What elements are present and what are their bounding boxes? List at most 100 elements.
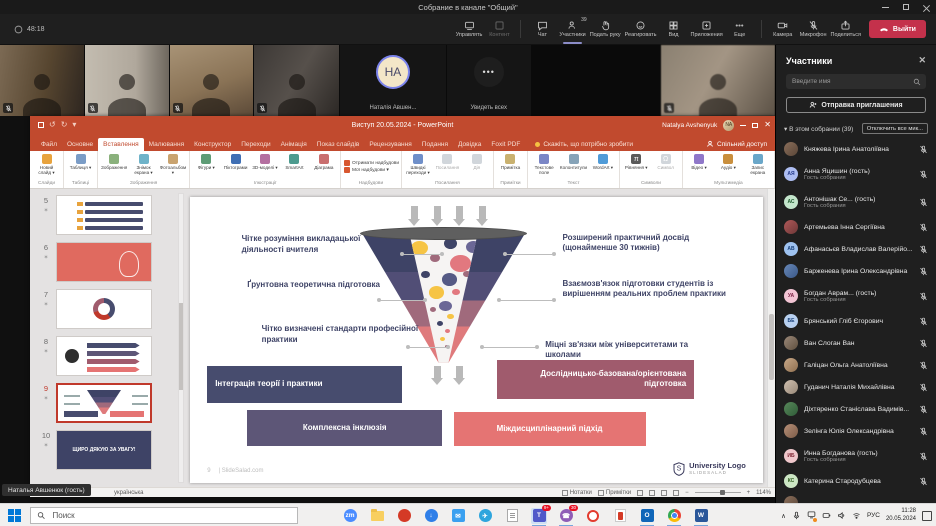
comments-toggle[interactable]: Примітки bbox=[598, 490, 631, 496]
participant-row[interactable]: Діхтяренко Станіслава Вадимів... bbox=[776, 398, 936, 420]
taskbar-app-outlook[interactable]: O bbox=[639, 508, 655, 524]
ppt-tab[interactable]: Вставлення bbox=[98, 138, 144, 151]
slide-thumbnail[interactable] bbox=[56, 383, 152, 423]
mic-muted-icon[interactable] bbox=[919, 267, 928, 276]
ribbon-item[interactable]: Відео ▾ bbox=[686, 153, 712, 180]
ribbon-item[interactable]: Дія bbox=[464, 153, 490, 180]
participant-row[interactable] bbox=[776, 492, 936, 503]
share-button[interactable]: Поделиться bbox=[829, 14, 863, 45]
participant-row[interactable]: Барженева Ірина Олександрівна bbox=[776, 260, 936, 282]
mic-muted-icon[interactable] bbox=[919, 245, 928, 254]
ppt-tab[interactable]: Конструктор bbox=[189, 138, 236, 151]
taskbar-search-input[interactable] bbox=[51, 510, 291, 521]
participant-row[interactable]: Гуданич Наталія Михайлівна bbox=[776, 376, 936, 398]
panel-close-icon[interactable]: ✕ bbox=[918, 55, 926, 66]
ribbon-item[interactable]: Знімок екрана ▾ bbox=[130, 153, 156, 180]
participant-search[interactable] bbox=[786, 74, 926, 89]
mic-muted-icon[interactable] bbox=[919, 145, 928, 154]
ribbon-item[interactable]: ΩСимвол bbox=[652, 153, 678, 180]
tell-me-box[interactable]: Скажіть, що потрібно зробити bbox=[535, 141, 633, 148]
ppt-tab[interactable]: Анімація bbox=[276, 138, 312, 151]
ribbon-item[interactable]: Мої надбудови ▾ bbox=[344, 167, 389, 173]
minimize-icon[interactable] bbox=[882, 7, 889, 8]
taskbar-search[interactable] bbox=[30, 507, 298, 524]
zoom-in-icon[interactable]: + bbox=[747, 490, 751, 496]
ribbon-item[interactable]: Текстове поле bbox=[531, 153, 557, 180]
participant-row[interactable]: АВАфанасьєв Владислав Валерійо... bbox=[776, 238, 936, 260]
participant-row[interactable]: Артемьева Інна Сергіївна bbox=[776, 216, 936, 238]
ppt-tab[interactable]: Рецензування bbox=[364, 138, 416, 151]
tray-battery-icon[interactable] bbox=[822, 511, 831, 520]
ribbon-item[interactable]: Посилання bbox=[434, 153, 460, 180]
apps-button[interactable]: Приложения bbox=[689, 14, 725, 45]
slide-canvas[interactable]: Чітке розуміння викладацької діяльності … bbox=[190, 197, 763, 483]
ribbon-item[interactable]: πРівняння ▾ bbox=[623, 153, 649, 180]
mic-muted-icon[interactable] bbox=[919, 317, 928, 326]
ppt-restore-icon[interactable] bbox=[752, 123, 758, 128]
mic-button[interactable]: Микрофон bbox=[798, 14, 829, 45]
tray-speaker-icon[interactable] bbox=[837, 511, 846, 520]
participant-row[interactable]: Княжева Ірина Анатоліївна bbox=[776, 138, 936, 160]
ppt-share-button[interactable]: Спільний доступ bbox=[706, 140, 767, 148]
ribbon-item[interactable]: Новий слайд ▾ bbox=[33, 153, 60, 180]
maximize-icon[interactable] bbox=[903, 4, 909, 10]
taskbar-app-downloads[interactable]: ↓ bbox=[423, 508, 439, 524]
zoom-level[interactable]: 114% bbox=[756, 490, 771, 496]
slide-thumbnail[interactable] bbox=[56, 289, 152, 329]
chat-button[interactable]: Чат bbox=[527, 14, 557, 45]
taskbar-app-file-explorer[interactable] bbox=[369, 508, 385, 524]
slide-thumbnail[interactable] bbox=[56, 242, 152, 282]
participant-row[interactable]: АЯАнна Яцишин (гость)Гость собрания bbox=[776, 160, 936, 188]
in-meeting-section-label[interactable]: ▾ В этом собрании (39) bbox=[784, 125, 853, 133]
ppt-tab[interactable]: Файл bbox=[36, 138, 62, 151]
normal-view-icon[interactable] bbox=[637, 490, 643, 496]
ppt-tab[interactable]: Подання bbox=[417, 138, 453, 151]
mute-all-button[interactable]: Отключить все мик... bbox=[862, 123, 928, 134]
participant-row[interactable]: КСКатерина Стародубцева bbox=[776, 470, 936, 492]
taskbar-app-word[interactable]: W bbox=[693, 508, 709, 524]
mic-muted-icon[interactable] bbox=[919, 339, 928, 348]
ppt-tab[interactable]: Foxit PDF bbox=[486, 138, 525, 151]
leave-button[interactable]: Выйти bbox=[869, 20, 926, 38]
redo-icon[interactable]: ↻ bbox=[61, 122, 68, 128]
taskbar-app-mail[interactable]: ✉ bbox=[450, 508, 466, 524]
customize-caret-icon[interactable]: ▾ bbox=[72, 122, 76, 128]
taskbar-app-red-doc-app[interactable] bbox=[612, 508, 628, 524]
zoom-slider[interactable] bbox=[695, 492, 741, 493]
mic-muted-icon[interactable] bbox=[919, 361, 928, 370]
taskbar-app-telegram[interactable]: ✈ bbox=[477, 508, 493, 524]
ribbon-item[interactable]: Піктограми bbox=[222, 153, 248, 180]
tray-language[interactable]: РУС bbox=[867, 512, 880, 519]
ribbon-item[interactable]: Фігури ▾ bbox=[193, 153, 219, 180]
ppt-tab[interactable]: Малювання bbox=[144, 138, 189, 151]
participant-row[interactable]: БЕБрянський Гліб Єгорович bbox=[776, 310, 936, 332]
manage-button[interactable]: Управлять bbox=[454, 14, 485, 45]
ribbon-item[interactable]: Запис екрана bbox=[745, 153, 771, 180]
participant-row[interactable]: УАБогдан Аврам... (гость)Гость собрания bbox=[776, 282, 936, 310]
ppt-close-icon[interactable]: ✕ bbox=[764, 121, 771, 129]
ribbon-item[interactable]: Колонтитули bbox=[560, 153, 586, 180]
close-icon[interactable] bbox=[923, 4, 930, 11]
thumbnail-scrollbar[interactable] bbox=[178, 193, 184, 483]
ppt-tab[interactable]: Основне bbox=[62, 138, 98, 151]
mic-muted-icon[interactable] bbox=[919, 198, 928, 207]
taskbar-app-notepad[interactable] bbox=[504, 508, 520, 524]
tray-display-icon[interactable] bbox=[807, 510, 816, 521]
ribbon-item[interactable]: Зображення bbox=[101, 153, 127, 180]
notes-toggle[interactable]: Нотатки bbox=[562, 490, 592, 496]
view-button[interactable]: Вид bbox=[659, 14, 689, 45]
action-center-icon[interactable] bbox=[922, 511, 932, 521]
start-button[interactable] bbox=[8, 509, 21, 522]
ribbon-item[interactable]: Аудіо ▾ bbox=[715, 153, 741, 180]
taskbar-app-teams[interactable]: T9+ bbox=[531, 508, 547, 524]
tray-clock[interactable]: 11:28 20.05.2024 bbox=[886, 508, 916, 523]
more-button[interactable]: Еще bbox=[725, 14, 755, 45]
content-button[interactable]: Контент bbox=[484, 14, 514, 45]
mic-muted-icon[interactable] bbox=[919, 477, 928, 486]
mic-muted-icon[interactable] bbox=[919, 405, 928, 414]
ppt-tab[interactable]: Довідка bbox=[453, 138, 486, 151]
reading-view-icon[interactable] bbox=[661, 490, 667, 496]
taskbar-app-media-app[interactable] bbox=[396, 508, 412, 524]
ribbon-item[interactable]: 3D-моделі ▾ bbox=[252, 153, 278, 180]
mic-muted-icon[interactable] bbox=[919, 223, 928, 232]
